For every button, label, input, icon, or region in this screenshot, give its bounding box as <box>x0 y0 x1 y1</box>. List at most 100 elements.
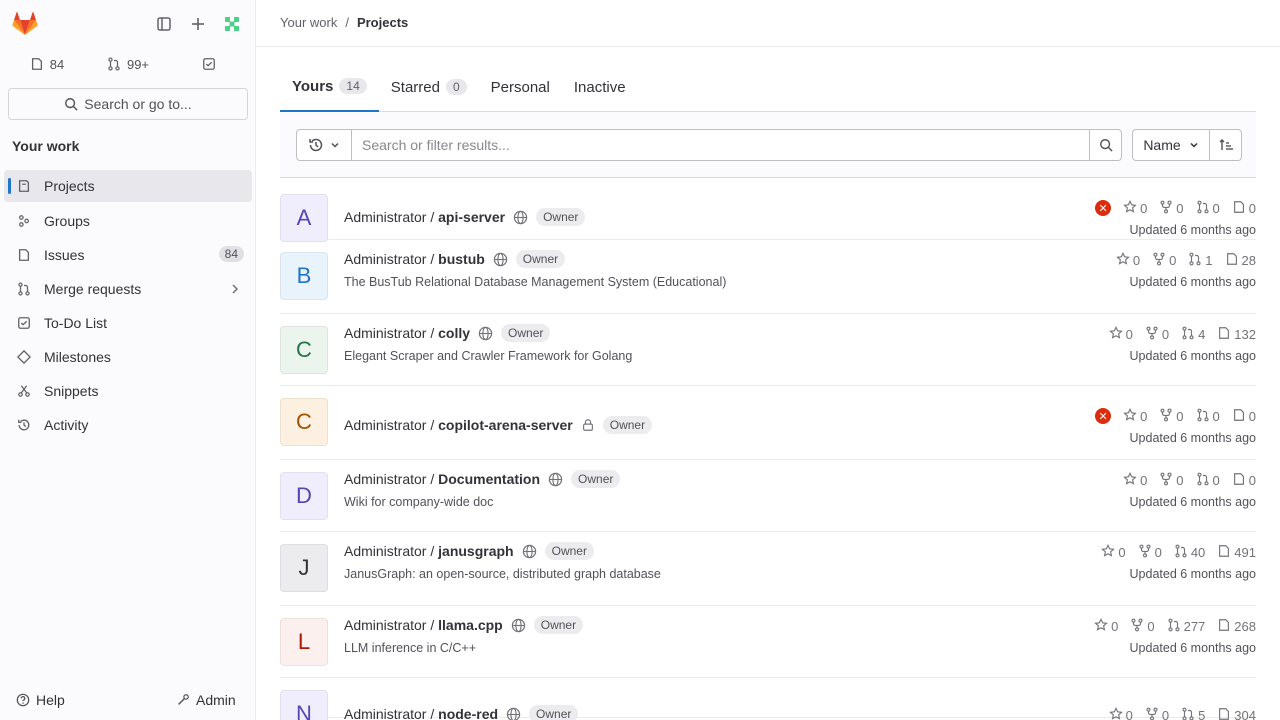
project-avatar[interactable]: B <box>280 252 328 300</box>
star-icon <box>1094 617 1108 635</box>
tab-inactive[interactable]: Inactive <box>562 62 638 112</box>
star-icon <box>1116 251 1130 269</box>
tab-personal[interactable]: Personal <box>479 62 562 112</box>
stars-count[interactable]: 0 <box>1108 706 1133 720</box>
sort-label: Name <box>1143 137 1181 153</box>
star-icon <box>1123 407 1137 425</box>
breadcrumb-parent[interactable]: Your work <box>280 15 337 30</box>
assigned-issues-counter[interactable]: 84 <box>8 48 86 80</box>
merge-requests-count[interactable]: 277 <box>1167 618 1205 635</box>
tab-yours[interactable]: Yours 14 <box>280 62 379 112</box>
project-row: D Administrator / Documentation Owner Wi… <box>280 460 1256 532</box>
project-list: A Administrator / api-server Owner ✕ 0 0… <box>280 178 1256 720</box>
todo-counter[interactable] <box>170 48 248 80</box>
sidebar-nav: Projects Groups Issues 84 Merge requests… <box>4 170 252 442</box>
sidebar-item-merge-requests[interactable]: Merge requests <box>4 272 252 306</box>
sidebar-item-todo-list[interactable]: To-Do List <box>4 306 252 340</box>
forks-count[interactable]: 0 <box>1130 618 1155 635</box>
project-name: api-server <box>438 209 506 225</box>
stars-count[interactable]: 0 <box>1101 543 1126 561</box>
sidebar-item-snippets[interactable]: Snippets <box>4 374 252 408</box>
sidebar-item-issues[interactable]: Issues 84 <box>4 238 252 272</box>
filter-search-button[interactable] <box>1090 129 1122 161</box>
project-link[interactable]: Administrator / node-red <box>344 706 498 720</box>
project-avatar[interactable]: C <box>280 326 328 374</box>
stars-count[interactable]: 0 <box>1094 617 1118 635</box>
issues-count[interactable]: 304 <box>1217 707 1256 720</box>
search-label: Search or go to... <box>84 96 192 112</box>
project-link[interactable]: Administrator / copilot-arena-server <box>344 417 573 433</box>
issues-count[interactable]: 28 <box>1225 252 1256 269</box>
stars-count[interactable]: 0 <box>1123 471 1147 489</box>
project-row: N Administrator / node-red Owner 0 0 5 3… <box>280 678 1256 720</box>
search-or-go-to-button[interactable]: Search or go to... <box>8 88 248 120</box>
stars-count[interactable]: 0 <box>1108 325 1133 343</box>
forks-count[interactable]: 0 <box>1145 326 1169 343</box>
merge-requests-value: 1 <box>1205 252 1213 268</box>
project-avatar[interactable]: D <box>280 472 328 520</box>
forks-count[interactable]: 0 <box>1159 408 1184 425</box>
issues-count[interactable]: 0 <box>1232 200 1256 217</box>
merge-requests-count[interactable]: 4 <box>1181 326 1205 343</box>
issues-count[interactable]: 0 <box>1232 408 1256 425</box>
sort-dropdown[interactable]: Name <box>1132 129 1210 161</box>
stars-count[interactable]: 0 <box>1116 251 1140 269</box>
merge-requests-count[interactable]: 0 <box>1196 200 1220 217</box>
project-avatar[interactable]: A <box>280 194 328 242</box>
stars-count[interactable]: 0 <box>1123 199 1147 217</box>
project-avatar[interactable]: N <box>280 690 328 720</box>
issues-value: 0 <box>1248 408 1256 424</box>
globe-icon <box>548 472 563 487</box>
project-avatar[interactable]: L <box>280 618 328 666</box>
globe-icon <box>513 210 528 225</box>
project-avatar[interactable]: C <box>280 398 328 446</box>
gitlab-logo[interactable] <box>8 8 42 40</box>
project-link[interactable]: Administrator / colly <box>344 325 470 341</box>
stars-count[interactable]: 0 <box>1123 407 1147 425</box>
merge-requests-count[interactable]: 0 <box>1196 408 1220 425</box>
forks-count[interactable]: 0 <box>1152 252 1176 269</box>
forks-count[interactable]: 0 <box>1159 200 1184 217</box>
merge-requests-count[interactable]: 40 <box>1174 544 1205 561</box>
project-link[interactable]: Administrator / api-server <box>344 209 505 225</box>
project-stats: 0 0 4 132 <box>1108 324 1256 344</box>
project-link[interactable]: Administrator / Documentation <box>344 471 540 487</box>
create-new-button[interactable] <box>182 8 214 40</box>
sidebar-item-milestones[interactable]: Milestones <box>4 340 252 374</box>
sidebar-item-projects[interactable]: Projects <box>4 170 252 202</box>
fork-icon <box>1130 618 1144 635</box>
issues-count[interactable]: 132 <box>1217 326 1256 343</box>
sidebar-item-label: Issues <box>44 247 85 263</box>
project-link[interactable]: Administrator / janusgraph <box>344 543 514 559</box>
user-avatar-button[interactable] <box>216 8 248 40</box>
project-name: janusgraph <box>438 543 514 559</box>
issues-count[interactable]: 491 <box>1217 544 1256 561</box>
issues-count[interactable]: 268 <box>1217 618 1256 635</box>
forks-count[interactable]: 0 <box>1159 472 1184 489</box>
project-avatar[interactable]: J <box>280 544 328 592</box>
filter-search-input[interactable] <box>352 129 1090 161</box>
forks-count[interactable]: 0 <box>1138 544 1162 561</box>
sort-direction-button[interactable] <box>1210 129 1242 161</box>
merge-requests-counter[interactable]: 99+ <box>88 48 168 80</box>
tab-starred[interactable]: Starred 0 <box>379 62 479 112</box>
merge-requests-count[interactable]: 5 <box>1181 707 1205 720</box>
issues-icon <box>1217 707 1231 720</box>
merge-requests-count[interactable]: 1 <box>1188 252 1213 269</box>
merge-requests-count[interactable]: 0 <box>1196 472 1220 489</box>
collapse-sidebar-button[interactable] <box>148 8 180 40</box>
recent-searches-dropdown[interactable] <box>296 129 352 161</box>
help-button[interactable]: Help <box>16 686 65 714</box>
pipeline-failed-icon[interactable]: ✕ <box>1095 200 1112 216</box>
merge-request-icon <box>1196 200 1210 217</box>
project-name: copilot-arena-server <box>438 417 573 433</box>
issues-count[interactable]: 0 <box>1232 472 1256 489</box>
forks-count[interactable]: 0 <box>1145 707 1169 720</box>
sidebar-item-groups[interactable]: Groups <box>4 204 252 238</box>
breadcrumb-current[interactable]: Projects <box>357 15 408 30</box>
project-link[interactable]: Administrator / bustub <box>344 251 485 267</box>
sidebar-item-activity[interactable]: Activity <box>4 408 252 442</box>
pipeline-failed-icon[interactable]: ✕ <box>1095 408 1112 424</box>
project-link[interactable]: Administrator / llama.cpp <box>344 617 503 633</box>
admin-button[interactable]: Admin <box>176 686 236 714</box>
